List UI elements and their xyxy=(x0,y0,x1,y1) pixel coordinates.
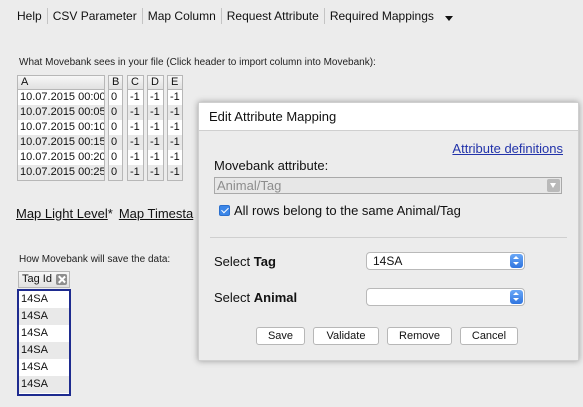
save-button[interactable]: Save xyxy=(256,327,305,345)
table-cell: 0 xyxy=(109,105,122,120)
column-header-c[interactable]: C xyxy=(128,76,143,90)
menu-map-column[interactable]: Map Column xyxy=(143,9,221,23)
preview-column-b: B 0 0 0 0 0 0 xyxy=(108,75,123,181)
tag-id-cell: 14SA xyxy=(19,308,69,325)
top-menu-bar: Help CSV Parameter Map Column Request At… xyxy=(12,7,453,25)
select-tag-bold: Tag xyxy=(253,254,276,269)
dialog-divider xyxy=(210,237,567,238)
table-cell: -1 xyxy=(168,105,182,120)
tag-id-cell: 14SA xyxy=(21,327,48,339)
table-cell: -1 xyxy=(148,135,163,150)
menu-request-attribute[interactable]: Request Attribute xyxy=(222,9,324,23)
table-cell: -1 xyxy=(130,91,140,103)
movebank-attribute-label: Movebank attribute: xyxy=(214,158,329,173)
table-cell: -1 xyxy=(130,121,140,133)
updown-arrows-icon xyxy=(510,254,523,268)
select-animal-bold: Animal xyxy=(253,290,298,305)
select-animal-label: Select Animal xyxy=(214,290,297,305)
tag-id-cell: 14SA xyxy=(19,342,69,359)
tag-id-cell: 14SA xyxy=(21,361,48,373)
cancel-button[interactable]: Cancel xyxy=(460,327,518,345)
chevron-down-icon[interactable] xyxy=(444,15,453,21)
column-header-b[interactable]: B xyxy=(109,76,122,90)
table-cell: -1 xyxy=(128,135,143,150)
table-cell: -1 xyxy=(168,135,182,150)
tag-id-cell: 14SA xyxy=(19,376,69,393)
close-icon[interactable] xyxy=(56,274,67,285)
remove-button[interactable]: Remove xyxy=(387,327,452,345)
table-cell: 0 xyxy=(111,121,118,133)
preview-column-e: E -1 -1 -1 -1 -1 -1 xyxy=(167,75,183,181)
table-cell: 10.07.2015 00:20 xyxy=(20,151,104,163)
tag-select[interactable]: 14SA xyxy=(366,252,525,270)
validate-button[interactable]: Validate xyxy=(313,327,379,345)
map-links: Map Light Level* Map Timesta xyxy=(16,206,193,221)
preview-column-a: A 10.07.2015 00:00 10.07.2015 00:05 10.0… xyxy=(17,75,105,181)
preview-column-c: C -1 -1 -1 -1 -1 -1 xyxy=(127,75,144,181)
column-header-e[interactable]: E xyxy=(168,76,182,90)
select-animal-prefix: Select xyxy=(214,290,254,305)
table-cell: 10.07.2015 00:00 xyxy=(20,91,104,103)
table-cell: -1 xyxy=(148,105,163,120)
same-animal-checkbox[interactable] xyxy=(219,205,230,216)
required-marker: * xyxy=(107,206,113,221)
table-cell: -1 xyxy=(128,105,143,120)
same-animal-checkbox-label[interactable]: All rows belong to the same Animal/Tag xyxy=(234,203,461,218)
table-cell: -1 xyxy=(170,121,180,133)
animal-select[interactable] xyxy=(366,288,525,306)
table-cell: 0 xyxy=(111,151,118,163)
table-cell: -1 xyxy=(150,121,160,133)
select-tag-label: Select Tag xyxy=(214,254,276,269)
table-cell: 10.07.2015 00:05 xyxy=(18,105,104,120)
attribute-definitions-link[interactable]: Attribute definitions xyxy=(452,141,563,156)
column-header-d[interactable]: D xyxy=(148,76,163,90)
map-light-level-link[interactable]: Map Light Level xyxy=(16,206,108,221)
menu-csv-parameter[interactable]: CSV Parameter xyxy=(48,9,142,23)
tag-id-column: 14SA 14SA 14SA 14SA 14SA 14SA xyxy=(17,289,71,396)
column-header-a[interactable]: A xyxy=(18,76,104,90)
table-cell: 10.07.2015 00:10 xyxy=(20,121,104,133)
preview-caption: What Movebank sees in your file (Click h… xyxy=(19,57,376,68)
table-cell: -1 xyxy=(130,151,140,163)
chevron-down-icon[interactable] xyxy=(547,179,560,192)
tag-id-cell: 14SA xyxy=(21,293,48,305)
movebank-attribute-select[interactable]: Animal/Tag xyxy=(214,177,562,194)
table-cell: -1 xyxy=(170,91,180,103)
table-cell: -1 xyxy=(128,165,143,180)
table-cell: 0 xyxy=(109,165,122,180)
tag-select-value: 14SA xyxy=(373,254,403,268)
table-cell: -1 xyxy=(150,91,160,103)
table-cell: 0 xyxy=(111,91,118,103)
movebank-attribute-value: Animal/Tag xyxy=(217,178,282,193)
table-cell: 10.07.2015 00:15 xyxy=(18,135,104,150)
updown-arrows-icon xyxy=(510,290,523,304)
save-caption: How Movebank will save the data: xyxy=(19,254,171,265)
select-tag-prefix: Select xyxy=(214,254,254,269)
table-cell: 0 xyxy=(109,135,122,150)
table-cell: -1 xyxy=(148,165,163,180)
tag-id-column-header[interactable]: Tag Id xyxy=(18,271,70,288)
table-cell: -1 xyxy=(150,151,160,163)
table-cell: -1 xyxy=(168,165,182,180)
preview-column-d: D -1 -1 -1 -1 -1 -1 xyxy=(147,75,164,181)
edit-attribute-mapping-dialog: Edit Attribute Mapping Attribute definit… xyxy=(198,102,579,361)
menu-required-mappings[interactable]: Required Mappings xyxy=(325,9,439,23)
menu-help[interactable]: Help xyxy=(12,9,47,23)
dialog-title: Edit Attribute Mapping xyxy=(199,103,578,131)
table-cell: -1 xyxy=(170,151,180,163)
table-cell: 10.07.2015 00:25 xyxy=(18,165,104,180)
map-timestamp-link[interactable]: Map Timesta xyxy=(119,206,193,221)
tag-id-header-label: Tag Id xyxy=(22,273,52,285)
